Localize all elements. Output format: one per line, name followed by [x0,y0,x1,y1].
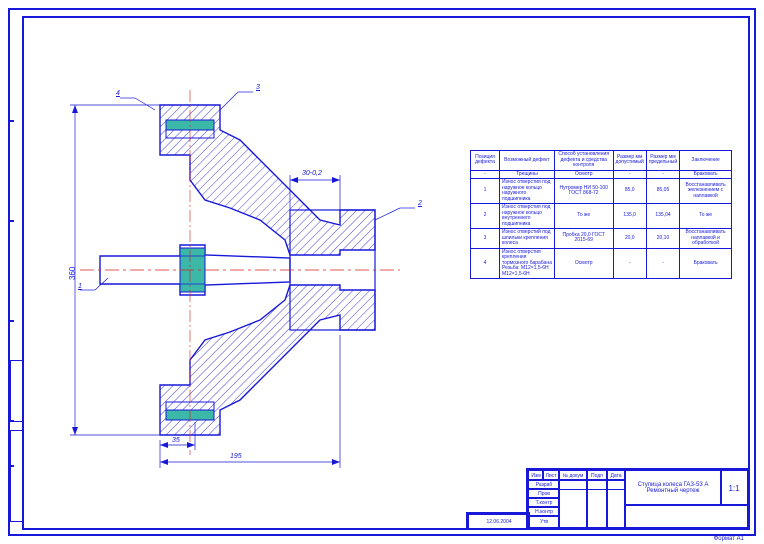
leader-3: 3 [256,84,260,91]
table-row: 3 Износ отверстий под шпильки крепления … [471,229,732,249]
tb-role: Утв [528,515,560,528]
binding-box [10,360,24,422]
tb-org [624,504,748,528]
hdr-method: Способ установления дефекта и средства к… [554,151,613,171]
dim-bore: 30-0,2 [302,170,322,177]
edge-tick [8,120,14,122]
defect-table: Позиция дефекта Возможный дефект Способ … [470,150,732,279]
edge-tick [8,220,14,222]
table-row: 4 Износ отверстия крепления тормозного б… [471,248,732,279]
tb-scale: 1:1 [720,470,748,506]
dim-small-width: 35 [172,437,180,444]
dim-width: 195 [230,453,242,460]
table-row: 1 Износ отверстия под наружное кольцо на… [471,179,732,204]
hdr-sizeb: Размер мм предельный [646,151,679,171]
hub-section-view [40,60,440,480]
drawing-title: Ступица колеса ГАЗ-53 А Ремонтный чертеж [624,470,722,506]
tb-date-col [606,479,626,528]
hdr-pos: Позиция дефекта [471,151,500,171]
stamp-block: 12.06.2004 [466,512,530,530]
edge-tick [8,320,14,322]
table-row: - Трещины Осмотр - - Браковать [471,170,732,179]
leader-4: 4 [116,90,120,97]
leader-2: 2 [418,200,422,207]
leader-1: 1 [78,283,82,290]
table-row: 2 Износ отверстия под наружное кольцо вн… [471,204,732,229]
stamp-text: 12.06.2004 [468,514,530,530]
binding-box [10,430,24,522]
hdr-defect: Возможный дефект [500,151,555,171]
title-line2: Ремонтный чертеж [647,488,700,494]
dim-overall-height: 360 [68,267,77,280]
title-block: Изм Лист № докум Подп Дата Разраб Пров Т… [526,468,750,530]
drawing-sheet: 360 195 35 30-0,2 4 3 2 1 Позиция дефект… [0,0,764,544]
format-note: Формат А1 [714,536,744,542]
tb-name-col [558,479,588,528]
hdr-sizea: Размер мм допустимый [613,151,646,171]
tb-sign-col [586,479,608,528]
hdr-concl: Заключение [680,151,732,171]
table-header-row: Позиция дефекта Возможный дефект Способ … [471,151,732,171]
